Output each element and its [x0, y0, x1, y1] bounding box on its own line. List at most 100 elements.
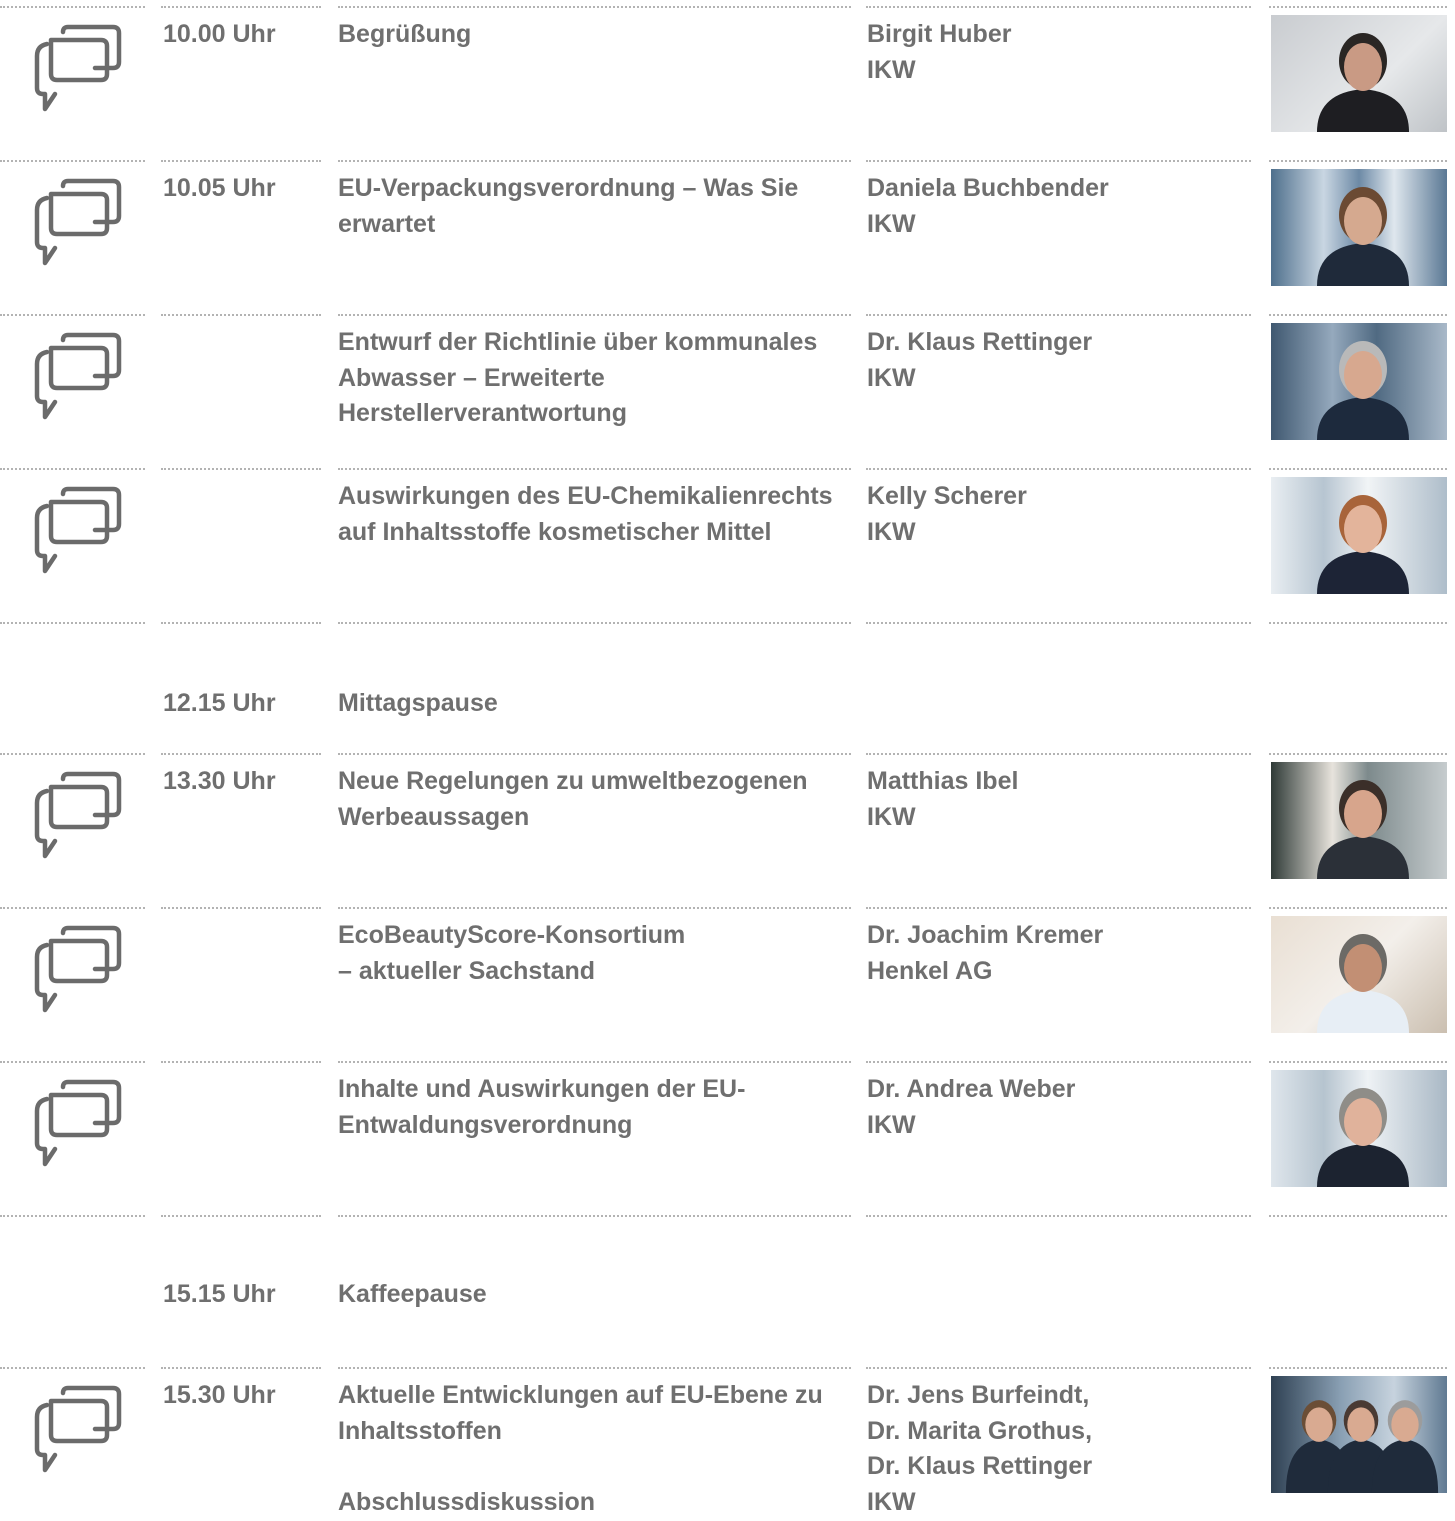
session-title: EU-Verpackungsverordnung – Was Sie erwart…	[338, 171, 848, 242]
session-title: EcoBeautyScore-Konsortium – aktueller Sac…	[338, 918, 848, 989]
speech-bubbles-icon	[33, 1077, 123, 1169]
dotted-divider	[161, 1215, 321, 1217]
session-title-line: Inhalte und Auswirkungen der EU-	[338, 1075, 746, 1103]
dotted-divider	[866, 907, 1251, 909]
session-title: Begrüßung	[338, 17, 848, 53]
speaker-organization: IKW	[867, 363, 916, 392]
dotted-divider	[338, 468, 851, 470]
dotted-divider	[161, 753, 321, 755]
session-time: 12.15 Uhr	[163, 689, 276, 717]
session-title-line: auf Inhaltsstoffe kosmetischer Mittel	[338, 517, 772, 546]
dotted-divider	[0, 6, 145, 8]
speech-bubbles-icon	[33, 1383, 123, 1475]
speaker-photo	[1271, 323, 1447, 440]
portrait-woman-braid	[1317, 187, 1409, 286]
session-time: 15.30 Uhr	[163, 1381, 276, 1409]
dotted-divider	[0, 907, 145, 909]
dotted-divider	[1269, 622, 1447, 624]
dotted-divider	[866, 1061, 1251, 1063]
session-title: Kaffeepause	[338, 1277, 848, 1313]
dotted-divider	[161, 160, 321, 162]
session-title-line: Neue Regelungen zu umweltbezogenen	[338, 767, 808, 795]
speaker-info: Daniela Buchbender IKW	[867, 171, 1247, 242]
dotted-divider	[338, 1061, 851, 1063]
dotted-divider	[161, 622, 321, 624]
session-title-line: – aktueller Sachstand	[338, 956, 596, 985]
dotted-divider	[0, 622, 145, 624]
group-photo-three-people	[1285, 1400, 1439, 1493]
session-title-line: Entwaldungsverordnung	[338, 1110, 633, 1139]
speaker-info: Dr. Klaus Rettinger IKW	[867, 325, 1247, 396]
dotted-divider	[338, 622, 851, 624]
speaker-name: Birgit Huber	[867, 20, 1012, 48]
session-title-line: Auswirkungen des EU-Chemikalienrechts	[338, 482, 833, 510]
session-title: Aktuelle Entwicklungen auf EU-Ebene zu In…	[338, 1378, 848, 1521]
speaker-photo	[1271, 1376, 1447, 1493]
dotted-divider	[866, 622, 1251, 624]
dotted-divider	[866, 753, 1251, 755]
dotted-divider	[1269, 314, 1447, 316]
speaker-photo	[1271, 477, 1447, 594]
speaker-organization: Henkel AG	[867, 956, 993, 985]
speaker-organization: IKW	[867, 1110, 916, 1139]
speech-bubbles-icon	[33, 176, 123, 268]
portrait-woman-curly-hair	[1317, 495, 1409, 594]
dotted-divider	[161, 468, 321, 470]
dotted-divider	[338, 160, 851, 162]
speaker-name: Dr. Jens Burfeindt,	[867, 1381, 1090, 1409]
speaker-photo	[1271, 169, 1447, 286]
speaker-name: Dr. Marita Grothus,	[867, 1416, 1093, 1445]
dotted-divider	[161, 1367, 321, 1369]
session-title-line: erwartet	[338, 209, 436, 238]
dotted-divider	[0, 468, 145, 470]
session-time: 10.00 Uhr	[163, 20, 276, 48]
speech-bubbles-icon	[33, 923, 123, 1015]
session-title-line: EcoBeautyScore-Konsortium	[338, 921, 686, 949]
session-title: Inhalte und Auswirkungen der EU- Entwaldu…	[338, 1072, 848, 1143]
dotted-divider	[338, 907, 851, 909]
speaker-info: Dr. Jens Burfeindt, Dr. Marita Grothus, Dr…	[867, 1378, 1247, 1520]
session-title: Entwurf der Richtlinie über kommunales Ab…	[338, 325, 848, 432]
dotted-divider	[866, 1367, 1251, 1369]
dotted-divider	[161, 907, 321, 909]
dotted-divider	[1269, 1367, 1447, 1369]
session-title: Mittagspause	[338, 686, 848, 722]
session-title-line: Herstellerverantwortung	[338, 399, 627, 427]
speaker-name: Matthias Ibel	[867, 767, 1019, 795]
dotted-divider	[0, 314, 145, 316]
dotted-divider	[161, 1061, 321, 1063]
dotted-divider	[1269, 468, 1447, 470]
session-title: Neue Regelungen zu umweltbezogenen Werbea…	[338, 764, 848, 835]
session-title-line: Werbeaussagen	[338, 802, 530, 831]
session-title-line: Kaffeepause	[338, 1280, 487, 1308]
dotted-divider	[1269, 907, 1447, 909]
speaker-name: Dr. Klaus Rettinger	[867, 328, 1093, 356]
speaker-name: Daniela Buchbender	[867, 174, 1109, 202]
portrait-woman-short-grey-hair	[1317, 1088, 1409, 1187]
portrait-man-red-tie	[1317, 780, 1409, 879]
session-time: 15.15 Uhr	[163, 1280, 276, 1308]
dotted-divider	[866, 468, 1251, 470]
session-title-line: EU-Verpackungsverordnung – Was Sie	[338, 174, 799, 202]
dotted-divider	[0, 1061, 145, 1063]
dotted-divider	[1269, 1061, 1447, 1063]
speaker-info: Dr. Andrea Weber IKW	[867, 1072, 1247, 1143]
speech-bubbles-icon	[33, 330, 123, 422]
speaker-info: Kelly Scherer IKW	[867, 479, 1247, 550]
dotted-divider	[1269, 6, 1447, 8]
session-title-line: Abschlussdiskussion	[338, 1488, 596, 1516]
speaker-photo	[1271, 762, 1447, 879]
dotted-divider	[866, 160, 1251, 162]
speech-bubbles-icon	[33, 769, 123, 861]
portrait-man-grey-hair	[1317, 934, 1409, 1033]
dotted-divider	[338, 753, 851, 755]
session-title-line: Abwasser – Erweiterte	[338, 363, 605, 392]
speaker-photo	[1271, 916, 1447, 1033]
speaker-name: Kelly Scherer	[867, 482, 1027, 510]
speaker-organization: IKW	[867, 209, 916, 238]
speaker-info: Birgit Huber IKW	[867, 17, 1247, 88]
speaker-name: Dr. Klaus Rettinger	[867, 1452, 1093, 1480]
speaker-organization: IKW	[867, 55, 916, 84]
session-time: 10.05 Uhr	[163, 174, 276, 202]
dotted-divider	[866, 6, 1251, 8]
